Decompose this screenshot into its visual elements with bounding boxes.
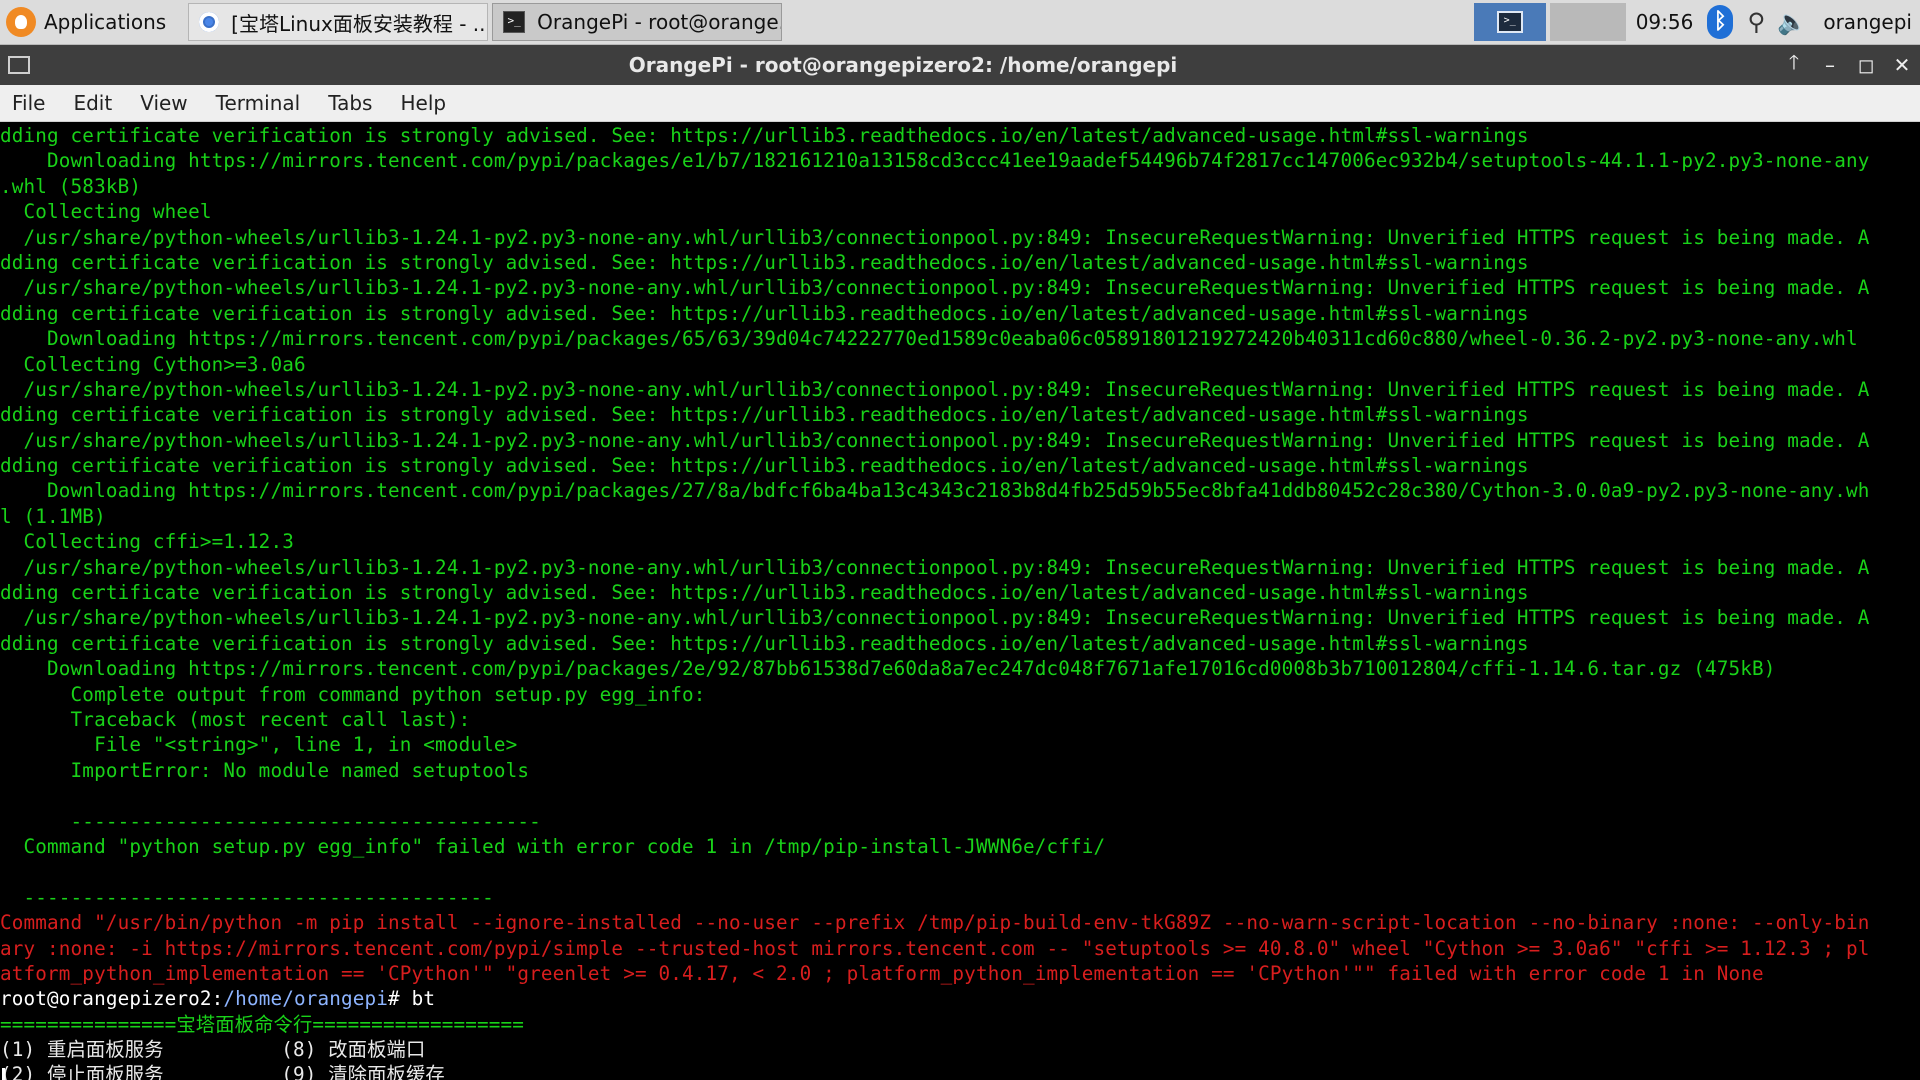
terminal-line: dding certificate verification is strong… [0, 250, 1529, 274]
terminal-output[interactable]: dding certificate verification is strong… [0, 123, 1920, 1080]
system-tray: >_ 09:56 ᛒ ⚲ 🔈 orangepi [1473, 0, 1920, 44]
terminal-line: Command "python setup.py egg_info" faile… [0, 834, 1106, 858]
prompt-user-host: root@orangepizero2 [0, 987, 212, 1011]
terminal-line: dding certificate verification is strong… [0, 631, 1529, 655]
prompt-command: # bt [388, 987, 436, 1011]
terminal-icon: >_ [503, 11, 526, 33]
shade-up-icon[interactable]: 🡑 [1776, 48, 1812, 82]
panel-option-line: (2) 停止面板服务 (9) 清除面板缓存 [0, 1063, 445, 1080]
terminal-line: /usr/share/python-wheels/urllib3-1.24.1-… [0, 377, 1870, 401]
terminal-line: .whl (583kB) [0, 174, 142, 198]
applications-menu-button[interactable]: Applications [0, 0, 184, 44]
terminal-line: Complete output from command python setu… [0, 682, 706, 706]
error-line: Command "/usr/bin/python -m pip install … [0, 911, 1870, 935]
terminal-line: dding certificate verification is strong… [0, 581, 1529, 605]
window-titlebar[interactable]: OrangePi - root@orangepizero2: /home/ora… [0, 45, 1920, 85]
panel-option-line: (1) 重启面板服务 (8) 改面板端口 [0, 1038, 426, 1062]
task-browser-label: [宝塔Linux面板安装教程 - ... [231, 11, 489, 36]
minimize-icon[interactable]: – [1812, 53, 1848, 77]
mouse-cursor [2, 1068, 5, 1080]
terminal-line: Collecting cffi>=1.12.3 [0, 530, 294, 554]
menu-terminal[interactable]: Terminal [216, 91, 301, 115]
terminal-line: l (1.1MB) [0, 504, 106, 528]
terminal-line: ImportError: No module named setuptools [0, 758, 530, 782]
taskbar: Applications [宝塔Linux面板安装教程 - ... >_ Ora… [0, 0, 1920, 45]
terminal-line: Downloading https://mirrors.tencent.com/… [0, 327, 1858, 351]
maximize-icon[interactable]: ◻ [1848, 53, 1884, 77]
workspace-2-button[interactable] [1549, 3, 1626, 41]
terminal-line: Collecting wheel [0, 200, 212, 224]
terminal-line: ---------------------------------------- [0, 885, 494, 909]
terminal-line: dding certificate verification is strong… [0, 403, 1529, 427]
terminal-line: dding certificate verification is strong… [0, 301, 1529, 325]
panel-header-line: ===============宝塔面板命令行================== [0, 1012, 525, 1036]
close-icon[interactable]: ✕ [1884, 53, 1920, 77]
terminal-line: Collecting Cython>=3.0a6 [0, 352, 306, 376]
terminal-line: dding certificate verification is strong… [0, 454, 1529, 478]
menu-file[interactable]: File [12, 91, 45, 115]
menu-edit[interactable]: Edit [73, 91, 112, 115]
menu-help[interactable]: Help [400, 91, 446, 115]
error-line: atform_python_implementation == 'CPython… [0, 961, 1764, 985]
error-line: ary :none: -i https://mirrors.tencent.co… [0, 936, 1870, 960]
terminal-line: /usr/share/python-wheels/urllib3-1.24.1-… [0, 606, 1870, 630]
window-title: OrangePi - root@orangepizero2: /home/ora… [628, 53, 1178, 77]
user-menu[interactable]: orangepi [1823, 10, 1912, 34]
task-browser[interactable]: [宝塔Linux面板安装教程 - ... [188, 3, 489, 41]
task-terminal-label: OrangePi - root@orange... [537, 10, 783, 34]
terminal-line: dding certificate verification is strong… [0, 124, 1529, 147]
terminal-line: Downloading https://mirrors.tencent.com/… [0, 479, 1870, 503]
applications-logo-icon [6, 7, 36, 37]
clock[interactable]: 09:56 [1636, 10, 1694, 34]
terminal-line: /usr/share/python-wheels/urllib3-1.24.1-… [0, 225, 1870, 249]
task-terminal[interactable]: >_ OrangePi - root@orange... [492, 3, 783, 41]
terminal-line: /usr/share/python-wheels/urllib3-1.24.1-… [0, 555, 1870, 579]
terminal-line: Downloading https://mirrors.tencent.com/… [0, 657, 1776, 681]
applications-label: Applications [44, 10, 167, 34]
prompt-line: root@orangepizero2:/home/orangepi# bt [0, 987, 436, 1011]
network-icon[interactable]: ⚲ [1741, 7, 1771, 37]
menu-tabs[interactable]: Tabs [328, 91, 372, 115]
bluetooth-icon[interactable]: ᛒ [1707, 5, 1734, 39]
menu-view[interactable]: View [140, 91, 187, 115]
chrome-icon [199, 12, 220, 32]
terminal-workspace-icon: >_ [1496, 11, 1523, 33]
terminal-line: Downloading https://mirrors.tencent.com/… [0, 149, 1870, 173]
window-icon [8, 56, 30, 74]
terminal-line: ---------------------------------------- [0, 809, 541, 833]
terminal-line: /usr/share/python-wheels/urllib3-1.24.1-… [0, 428, 1870, 452]
terminal-line: /usr/share/python-wheels/urllib3-1.24.1-… [0, 276, 1870, 300]
prompt-path: /home/orangepi [223, 987, 389, 1011]
terminal-line: Traceback (most recent call last): [0, 707, 471, 731]
workspace-1-button[interactable]: >_ [1473, 3, 1546, 41]
volume-icon[interactable]: 🔈 [1777, 7, 1807, 37]
terminal-line: File "<string>", line 1, in <module> [0, 733, 518, 757]
menubar: File Edit View Terminal Tabs Help [0, 85, 1920, 122]
